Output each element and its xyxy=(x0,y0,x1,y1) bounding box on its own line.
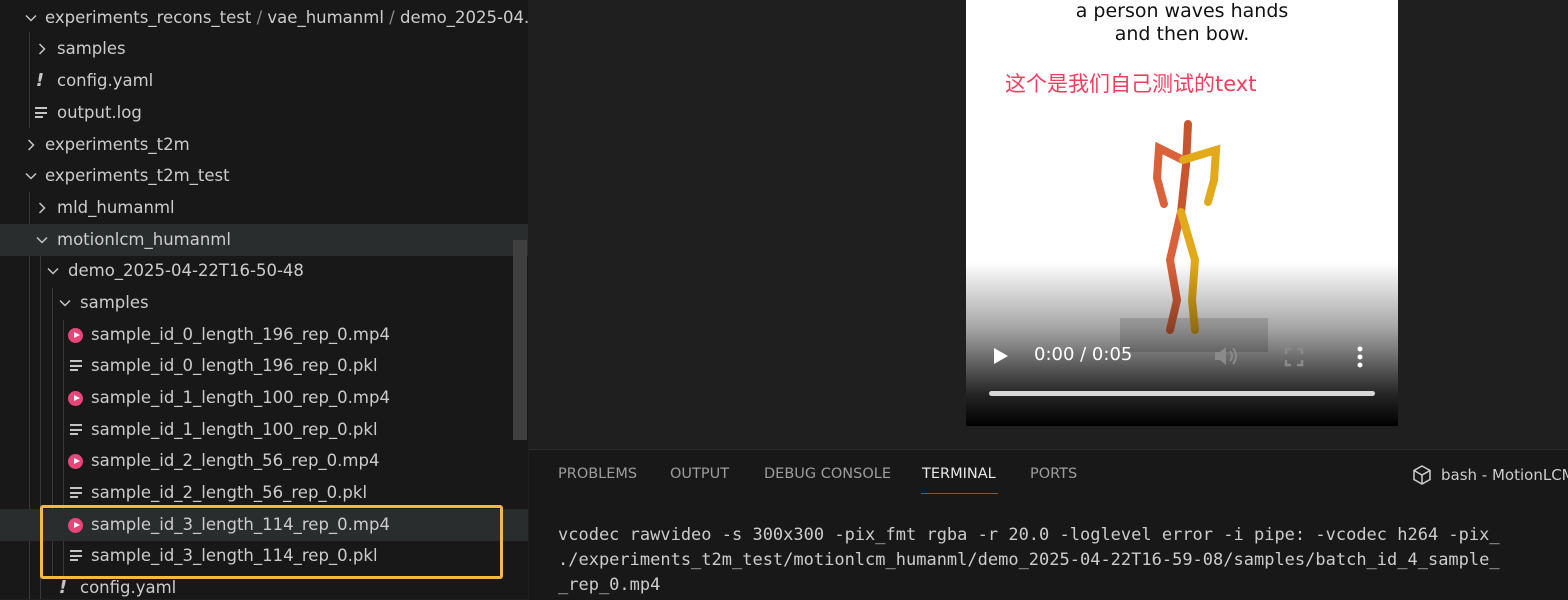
tree-item-label: sample_id_2_length_56_rep_0.mp4 xyxy=(91,451,380,470)
chevron-down-icon xyxy=(22,160,40,192)
tree-item-mp4-file[interactable]: sample_id_1_length_100_rep_0.mp4 xyxy=(0,382,528,414)
more-options-icon[interactable] xyxy=(1357,346,1363,368)
tab-terminal[interactable]: TERMINAL xyxy=(922,466,996,482)
tree-item-motionlcm-humanml[interactable]: motionlcm_humanml xyxy=(0,224,528,256)
tree-item-label: motionlcm_humanml xyxy=(57,230,231,249)
tree-item-mld-humanml[interactable]: mld_humanml xyxy=(0,192,528,224)
lines-icon xyxy=(70,350,82,382)
chevron-down-icon xyxy=(56,287,74,319)
tree-item-samples[interactable]: samples xyxy=(0,287,528,319)
tree-item-label: demo_2025-04-22T16-50-48 xyxy=(68,261,304,280)
chevron-right-icon xyxy=(33,192,51,224)
highlight-annotation-box xyxy=(40,505,503,579)
tree-item-label: samples xyxy=(57,39,126,58)
chevron-down-icon xyxy=(44,255,62,287)
terminal-line: _rep_0.mp4 xyxy=(558,575,661,595)
path-separator: / xyxy=(256,8,263,27)
terminal-line: ./experiments_t2m_test/motionlcm_humanml… xyxy=(558,550,1500,570)
tree-item-label: sample_id_0_length_196_rep_0.mp4 xyxy=(91,325,390,344)
tree-item-label: output.log xyxy=(57,103,142,122)
lines-icon xyxy=(70,414,82,446)
fullscreen-icon[interactable] xyxy=(1284,347,1304,367)
tree-item-mp4-file[interactable]: sample_id_0_length_196_rep_0.mp4 xyxy=(0,319,528,351)
path-part: demo_2025-04... xyxy=(399,8,528,27)
tab-debug-console[interactable]: DEBUG CONSOLE xyxy=(764,466,891,482)
tree-item-output-log[interactable]: output.log xyxy=(0,97,528,129)
terminal-shell-icon xyxy=(1413,465,1431,485)
tree-item-config-yaml[interactable]: ! config.yaml xyxy=(0,65,528,97)
tree-item-samples[interactable]: samples xyxy=(0,33,528,65)
tree-item-label: sample_id_0_length_196_rep_0.pkl xyxy=(91,356,378,375)
tree-item-experiments-recons-test[interactable]: experiments_recons_test / vae_humanml / … xyxy=(0,2,528,34)
chevron-down-icon xyxy=(33,224,51,256)
video-controls-overlay xyxy=(966,262,1398,426)
video-player[interactable]: a person waves hands and then bow. 这个是我们… xyxy=(966,0,1398,426)
tree-item-label: experiments_t2m_test xyxy=(45,166,230,185)
tree-item-mp4-file[interactable]: sample_id_2_length_56_rep_0.mp4 xyxy=(0,445,528,477)
lines-icon xyxy=(35,97,47,129)
explorer-scrollbar[interactable] xyxy=(513,240,527,440)
tab-problems[interactable]: PROBLEMS xyxy=(558,466,637,482)
file-explorer: experiments_recons_test / vae_humanml / … xyxy=(0,0,528,599)
yaml-icon: ! xyxy=(35,70,45,91)
terminal-name[interactable]: bash - MotionLCM xyxy=(1441,466,1568,484)
tree-item-label: sample_id_1_length_100_rep_0.pkl xyxy=(91,420,378,439)
tree-item-label: mld_humanml xyxy=(57,198,175,217)
tree-item-pkl-file[interactable]: sample_id_0_length_196_rep_0.pkl xyxy=(0,350,528,382)
path-separator: / xyxy=(389,8,395,27)
chevron-right-icon xyxy=(22,129,40,161)
play-icon[interactable] xyxy=(991,346,1011,366)
tree-item-demo-folder[interactable]: demo_2025-04-22T16-50-48 xyxy=(0,255,528,287)
video-progress-bar[interactable] xyxy=(989,391,1375,396)
mp4-icon xyxy=(66,382,84,414)
mp4-icon xyxy=(66,445,84,477)
tree-item-experiments-t2m[interactable]: experiments_t2m xyxy=(0,129,528,161)
tab-output[interactable]: OUTPUT xyxy=(670,466,729,482)
path-part: vae_humanml xyxy=(267,8,384,27)
terminal-line: vcodec rawvideo -s 300x300 -pix_fmt rgba… xyxy=(558,525,1500,545)
tree-item-label: experiments_t2m xyxy=(45,135,190,154)
tab-ports[interactable]: PORTS xyxy=(1030,466,1077,482)
tree-item-label: experiments_recons_test xyxy=(45,8,252,27)
active-tab-indicator xyxy=(921,493,998,494)
chevron-down-icon xyxy=(22,2,40,34)
bottom-panel: PROBLEMS OUTPUT DEBUG CONSOLE TERMINAL P… xyxy=(529,449,1568,600)
tree-item-experiments-t2m-test[interactable]: experiments_t2m_test xyxy=(0,160,528,192)
video-time: 0:00 / 0:05 xyxy=(1034,344,1133,365)
tree-item-label: config.yaml xyxy=(57,71,154,90)
tree-item-pkl-file[interactable]: sample_id_1_length_100_rep_0.pkl xyxy=(0,414,528,446)
tree-item-label: sample_id_1_length_100_rep_0.mp4 xyxy=(91,388,390,407)
chevron-right-icon xyxy=(33,33,51,65)
mp4-icon xyxy=(66,319,84,351)
volume-icon[interactable] xyxy=(1213,345,1239,367)
tree-item-label: samples xyxy=(80,293,149,312)
